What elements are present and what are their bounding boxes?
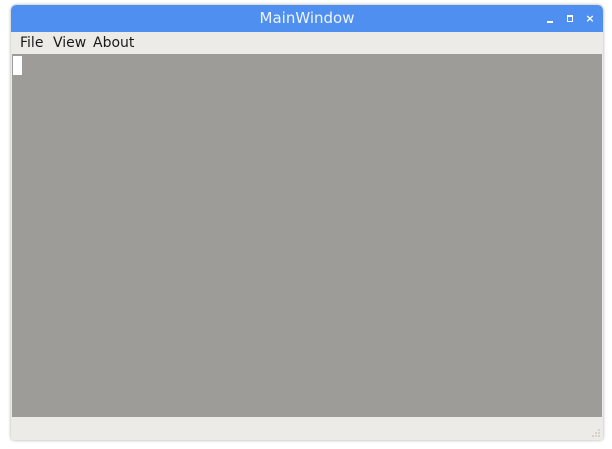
resize-grip-icon[interactable] [591, 428, 601, 438]
text-cursor [13, 56, 22, 75]
menu-about[interactable]: About [91, 32, 136, 54]
central-canvas[interactable] [12, 54, 602, 417]
title-bar[interactable]: MainWindow × [11, 5, 603, 32]
minimize-button[interactable] [542, 5, 558, 32]
menu-bar: File View About [11, 32, 603, 54]
maximize-button[interactable] [562, 5, 578, 32]
menu-view[interactable]: View [51, 32, 88, 54]
status-bar [11, 417, 603, 440]
window-title: MainWindow [259, 9, 355, 27]
menu-file[interactable]: File [18, 32, 45, 54]
close-button[interactable]: × [582, 5, 598, 32]
close-icon: × [585, 12, 595, 25]
main-window: MainWindow × File View About [11, 5, 603, 440]
maximize-icon [567, 15, 573, 22]
minimize-icon [547, 21, 553, 23]
